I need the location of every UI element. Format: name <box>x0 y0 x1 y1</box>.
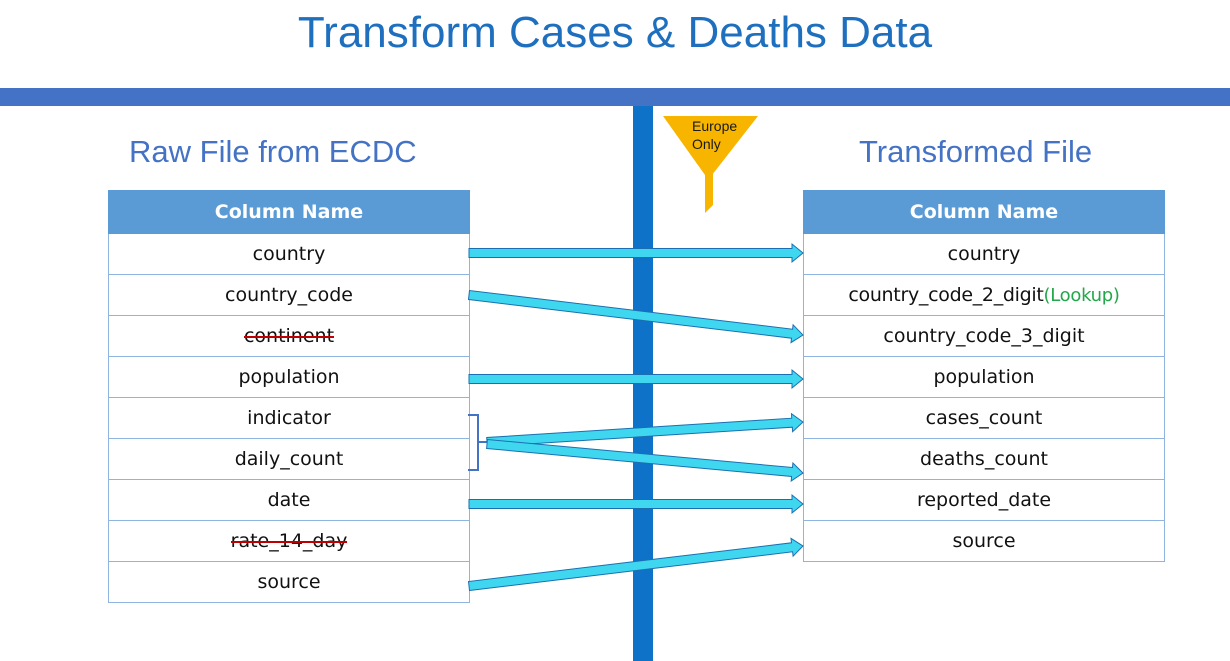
raw-column-source: source <box>108 561 470 603</box>
table-row: reported_date <box>803 479 1165 521</box>
out-column-code2-cell: country_code_2_digit(Lookup) <box>803 274 1165 316</box>
table-header-row: Column Name <box>803 190 1165 234</box>
column-header: Column Name <box>803 190 1165 234</box>
table-row: country <box>108 233 470 275</box>
vertical-divider <box>633 106 653 661</box>
out-column-source: source <box>803 520 1165 562</box>
raw-column-population: population <box>108 356 470 398</box>
table-row: rate_14_day <box>108 520 470 562</box>
raw-file-heading: Raw File from ECDC <box>129 134 417 169</box>
table-row: population <box>108 356 470 398</box>
table-row: country_code <box>108 274 470 316</box>
column-header: Column Name <box>108 190 470 234</box>
filter-label-line1: Europe <box>692 118 738 134</box>
out-column-country-code-2-digit: country_code_2_digit <box>848 284 1044 306</box>
header-bar <box>0 88 1230 106</box>
raw-column-country: country <box>108 233 470 275</box>
raw-column-date: date <box>108 479 470 521</box>
table-row: population <box>803 356 1165 398</box>
table-row: country_code_2_digit(Lookup) <box>803 274 1165 316</box>
table-row: source <box>803 520 1165 562</box>
raw-column-continent: continent <box>243 325 335 347</box>
raw-column-country-code: country_code <box>108 274 470 316</box>
out-column-deaths-count: deaths_count <box>803 438 1165 480</box>
table-row: country <box>803 233 1165 275</box>
table-row: source <box>108 561 470 603</box>
out-column-country: country <box>803 233 1165 275</box>
table-row: continent <box>108 315 470 357</box>
raw-column-continent-cell: continent <box>108 315 470 357</box>
table-row: cases_count <box>803 397 1165 439</box>
out-column-reported-date: reported_date <box>803 479 1165 521</box>
transformed-file-heading: Transformed File <box>859 134 1093 169</box>
raw-column-daily-count: daily_count <box>108 438 470 480</box>
out-column-population: population <box>803 356 1165 398</box>
out-column-country-code-3-digit: country_code_3_digit <box>803 315 1165 357</box>
filter-label-line2: Only <box>692 136 721 152</box>
out-column-cases-count: cases_count <box>803 397 1165 439</box>
raw-column-rate-cell: rate_14_day <box>108 520 470 562</box>
table-row: daily_count <box>108 438 470 480</box>
transformed-columns-table: Column Name country country_code_2_digit… <box>803 190 1165 562</box>
europe-only-label: Europe Only <box>692 117 752 153</box>
table-row: date <box>108 479 470 521</box>
table-header-row: Column Name <box>108 190 470 234</box>
table-row: country_code_3_digit <box>803 315 1165 357</box>
page-title: Transform Cases & Deaths Data <box>297 8 933 57</box>
raw-column-indicator: indicator <box>108 397 470 439</box>
table-row: indicator <box>108 397 470 439</box>
raw-columns-table: Column Name country country_code contine… <box>108 190 470 603</box>
raw-column-rate-14-day: rate_14_day <box>230 530 348 552</box>
lookup-note: (Lookup) <box>1043 285 1120 306</box>
table-row: deaths_count <box>803 438 1165 480</box>
